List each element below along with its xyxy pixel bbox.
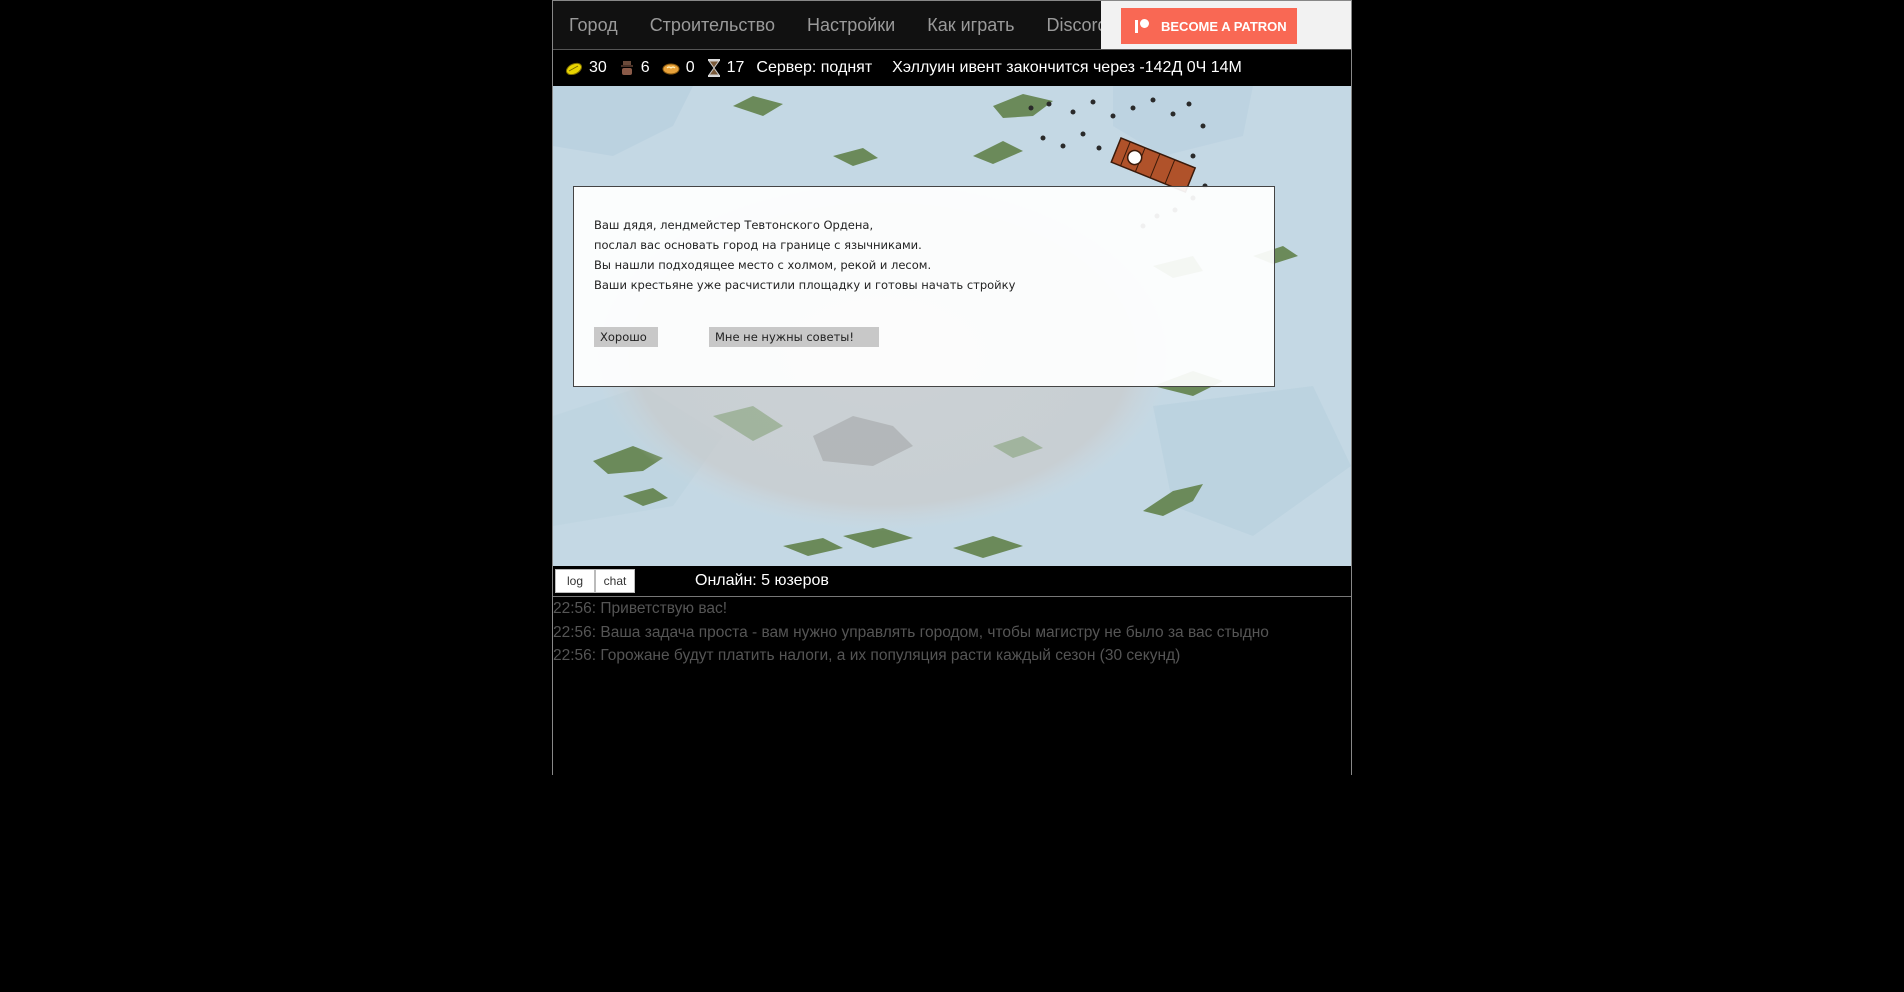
dialog-line: Ваши крестьяне уже расчистили площадку и… <box>594 278 1016 292</box>
ok-button[interactable]: Хорошо <box>594 327 658 347</box>
log-line: 22:56: Горожане будут платить налоги, а … <box>553 647 1181 664</box>
tab-building[interactable]: Строительство <box>650 15 775 36</box>
dialog-line: послал вас основать город на границе с я… <box>594 238 922 252</box>
top-nav: Город Строительство Настройки Как играть… <box>553 1 1351 50</box>
patreon-icon <box>1135 19 1149 33</box>
event-timer: Хэллуин ивент закончится через -142Д 0Ч … <box>892 58 1242 76</box>
server-status: Сервер: поднят <box>756 58 873 76</box>
food-icon <box>662 63 680 74</box>
log-panel[interactable]: 22:56: Приветствую вас! 22:56: Ваша зада… <box>553 597 1351 775</box>
time-value: 17 <box>726 58 745 76</box>
log-line: 22:56: Приветствую вас! <box>553 600 728 617</box>
patron-label: BECOME A PATRON <box>1161 18 1287 34</box>
tab-discord[interactable]: Discord <box>1046 15 1107 36</box>
log-tab-button[interactable]: log <box>555 569 595 593</box>
nav-tabs: Город Строительство Настройки Как играть… <box>553 1 1124 49</box>
no-tips-button[interactable]: Мне не нужны советы! <box>709 327 879 347</box>
game-map[interactable]: Ваш дядя, лендмейстер Тевтонского Ордена… <box>553 86 1351 566</box>
tab-settings[interactable]: Настройки <box>807 15 895 36</box>
become-patron-button[interactable]: BECOME A PATRON <box>1121 8 1297 44</box>
patron-area: BECOME A PATRON <box>1101 1 1351 49</box>
tab-city[interactable]: Город <box>569 15 618 36</box>
food-value: 0 <box>685 58 695 76</box>
gold-icon <box>565 62 583 75</box>
people-icon <box>620 60 633 75</box>
online-count: Онлайн: 5 юзеров <box>695 572 829 589</box>
dialog-line: Ваш дядя, лендмейстер Тевтонского Ордена… <box>594 218 874 232</box>
intro-dialog: Ваш дядя, лендмейстер Тевтонского Ордена… <box>573 186 1275 387</box>
gold-stat: 30 <box>565 59 607 77</box>
people-stat: 6 <box>619 59 650 77</box>
gold-value: 30 <box>589 58 607 76</box>
log-lines: 22:56: Приветствую вас! 22:56: Ваша зада… <box>553 597 1269 668</box>
time-stat: 17 <box>707 58 745 77</box>
food-stat: 0 <box>662 59 695 77</box>
tab-how-to-play[interactable]: Как играть <box>927 15 1014 36</box>
log-bar: log chat Онлайн: 5 юзеров <box>553 566 1351 597</box>
dialog-text: Ваш дядя, лендмейстер Тевтонского Ордена… <box>594 215 1015 295</box>
log-line: 22:56: Ваша задача проста - вам нужно уп… <box>553 623 1269 641</box>
hourglass-icon <box>707 58 720 77</box>
chat-tab-button[interactable]: chat <box>595 569 635 593</box>
people-value: 6 <box>640 58 650 76</box>
status-bar: 30 6 0 17 Сервер: поднят Хэллуин ивент з… <box>553 50 1351 85</box>
dialog-line: Вы нашли подходящее место с холмом, реко… <box>594 258 932 272</box>
game-window: Город Строительство Настройки Как играть… <box>552 0 1352 775</box>
